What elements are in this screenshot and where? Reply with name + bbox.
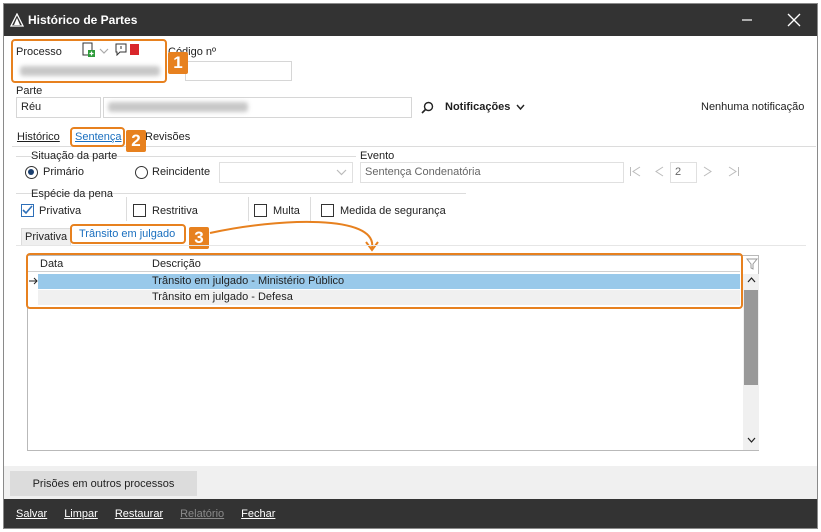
previous-page-icon[interactable] bbox=[654, 166, 664, 177]
next-page-icon[interactable] bbox=[703, 166, 713, 177]
chevron-down-icon[interactable] bbox=[336, 169, 347, 176]
privativa-label: Privativa bbox=[39, 205, 82, 217]
close-icon bbox=[787, 13, 801, 27]
reincidente-select[interactable] bbox=[219, 162, 353, 183]
medida-checkbox[interactable] bbox=[321, 204, 334, 217]
primario-label: Primário bbox=[43, 166, 84, 178]
reincidente-radio[interactable] bbox=[135, 166, 148, 179]
tab-revisoes[interactable]: Revisões bbox=[142, 129, 193, 145]
search-icon[interactable] bbox=[421, 101, 434, 114]
parte-name-redacted bbox=[108, 102, 248, 112]
multa-label: Multa bbox=[273, 205, 300, 217]
situacao-label: Situação da parte bbox=[31, 150, 118, 162]
medida-label: Medida de segurança bbox=[340, 205, 446, 217]
primario-radio[interactable] bbox=[25, 166, 38, 179]
highlight-box-2 bbox=[70, 127, 125, 147]
first-page-icon[interactable] bbox=[629, 166, 641, 177]
badge-2: 2 bbox=[126, 130, 146, 152]
highlight-box-1 bbox=[11, 39, 167, 83]
highlight-box-grid bbox=[26, 253, 743, 309]
especie-label: Espécie da pena bbox=[31, 188, 113, 200]
restritiva-label: Restritiva bbox=[152, 205, 198, 217]
scroll-thumb[interactable] bbox=[744, 290, 758, 385]
relatorio-button[interactable]: Relatório bbox=[180, 508, 224, 520]
notifications-button[interactable]: Notificações bbox=[445, 101, 510, 113]
parte-type-select[interactable]: Réu bbox=[16, 97, 101, 118]
notifications-status: Nenhuma notificação bbox=[701, 101, 805, 113]
badge-1: 1 bbox=[168, 52, 188, 74]
codigo-input[interactable] bbox=[185, 61, 292, 81]
app-logo-icon bbox=[10, 13, 24, 27]
filter-icon[interactable] bbox=[746, 258, 759, 271]
scroll-down-icon[interactable] bbox=[747, 437, 756, 443]
evento-label: Evento bbox=[360, 150, 395, 162]
evento-input[interactable]: Sentença Condenatória bbox=[360, 162, 624, 183]
close-button[interactable] bbox=[771, 4, 817, 36]
reincidente-label: Reincidente bbox=[152, 166, 211, 178]
privativa-checkbox[interactable] bbox=[21, 204, 34, 217]
chevron-down-icon[interactable] bbox=[516, 104, 525, 111]
title-bar: Histórico de Partes bbox=[4, 4, 817, 36]
last-page-icon[interactable] bbox=[728, 166, 740, 177]
separator bbox=[310, 197, 311, 221]
window-title: Histórico de Partes bbox=[28, 13, 138, 27]
subtab-divider bbox=[16, 245, 806, 246]
subtab-privativa[interactable]: Privativa bbox=[21, 228, 72, 246]
minimize-icon bbox=[742, 19, 752, 21]
restaurar-button[interactable]: Restaurar bbox=[115, 508, 163, 520]
multa-checkbox[interactable] bbox=[254, 204, 267, 217]
salvar-button[interactable]: Salvar bbox=[16, 508, 47, 520]
highlight-box-3 bbox=[70, 224, 186, 244]
restritiva-checkbox[interactable] bbox=[133, 204, 146, 217]
limpar-button[interactable]: Limpar bbox=[64, 508, 98, 520]
minimize-button[interactable] bbox=[724, 4, 770, 36]
checkmark-icon bbox=[22, 205, 33, 215]
separator bbox=[126, 197, 127, 221]
fechar-button[interactable]: Fechar bbox=[241, 508, 275, 520]
arrow-annotation bbox=[209, 220, 379, 252]
page-number-input[interactable]: 2 bbox=[670, 162, 697, 183]
parte-label: Parte bbox=[16, 85, 43, 97]
footer-bar: Salvar Limpar Restaurar Relatório Fechar bbox=[4, 499, 817, 528]
tab-historico[interactable]: Histórico bbox=[14, 129, 63, 145]
prisoes-button[interactable]: Prisões em outros processos bbox=[10, 471, 197, 496]
scroll-up-icon[interactable] bbox=[747, 277, 756, 283]
separator bbox=[248, 197, 249, 221]
